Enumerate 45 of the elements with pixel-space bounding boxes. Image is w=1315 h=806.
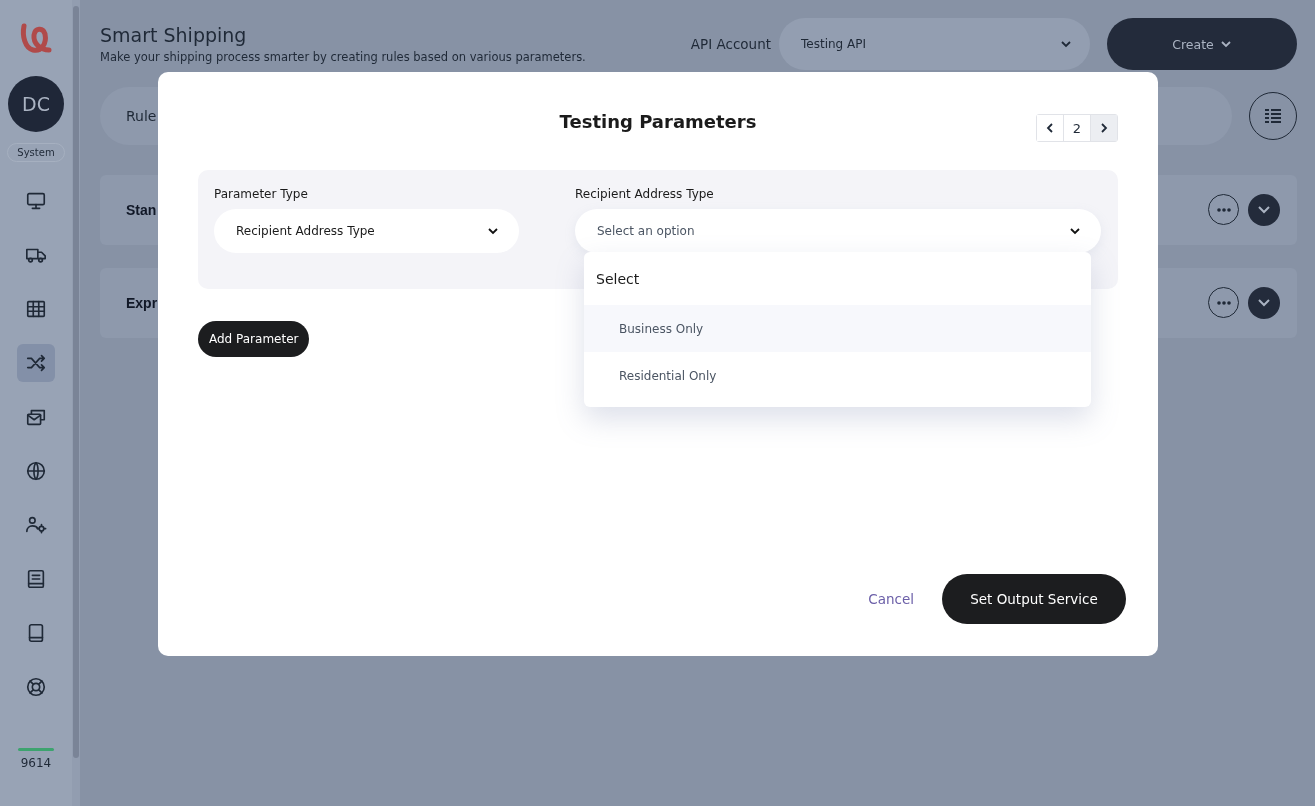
- chevron-right-icon: [1100, 122, 1108, 134]
- chevron-down-icon: [1060, 38, 1072, 50]
- rule-name: Stan: [126, 202, 157, 218]
- avatar[interactable]: DC: [8, 76, 64, 132]
- field-label: Parameter Type: [214, 187, 309, 201]
- page-title: Smart Shipping: [100, 24, 248, 46]
- globe-icon: [25, 460, 47, 482]
- nav-item[interactable]: [17, 344, 55, 382]
- dropdown-option[interactable]: Business Only: [584, 305, 1091, 352]
- counter-text: 9614: [20, 756, 52, 770]
- api-account-label: API Account: [690, 36, 771, 52]
- more-icon: [1216, 207, 1231, 212]
- scrollbar[interactable]: [73, 6, 79, 758]
- logo-icon: [19, 22, 53, 56]
- expand-button[interactable]: [1248, 194, 1280, 226]
- list-icon: [1264, 108, 1282, 124]
- set-output-service-button[interactable]: Set Output Service: [942, 574, 1126, 624]
- cancel-button[interactable]: Cancel: [868, 591, 914, 607]
- chevron-down-icon: [1069, 225, 1081, 237]
- create-button[interactable]: Create: [1107, 18, 1297, 70]
- grid-icon: [25, 298, 47, 320]
- select-field[interactable]: Select an option: [575, 209, 1101, 253]
- lifebuoy-icon: [25, 676, 47, 698]
- expand-button[interactable]: [1248, 287, 1280, 319]
- page-subtitle: Make your shipping process smarter by creating rules based on various parameters.: [100, 50, 587, 64]
- chevron-down-icon: [1219, 38, 1232, 50]
- modal-title: Testing Parameters: [559, 110, 757, 132]
- rule-name: Expr: [126, 295, 158, 311]
- next-page-button[interactable]: [1091, 115, 1117, 141]
- select-field[interactable]: Recipient Address Type: [214, 209, 519, 253]
- add-parameter-button[interactable]: Add Parameter: [198, 321, 310, 357]
- book-icon: [25, 568, 47, 590]
- more-icon: [1216, 300, 1231, 305]
- chevron-down-icon: [1257, 205, 1271, 215]
- dropdown-option[interactable]: Residential Only: [584, 352, 1091, 399]
- api-account-select[interactable]: Testing API: [779, 18, 1090, 70]
- field-label: Recipient Address Type: [575, 187, 715, 201]
- shuffle-icon: [25, 352, 47, 374]
- usage-bar: [18, 748, 54, 751]
- chevron-left-icon: [1046, 122, 1054, 134]
- users-gear-icon: [25, 514, 47, 536]
- chevron-down-icon: [1257, 298, 1271, 308]
- dropdown-header: Select: [595, 269, 641, 289]
- chevron-down-icon: [487, 225, 499, 237]
- monitor-icon: [25, 190, 47, 212]
